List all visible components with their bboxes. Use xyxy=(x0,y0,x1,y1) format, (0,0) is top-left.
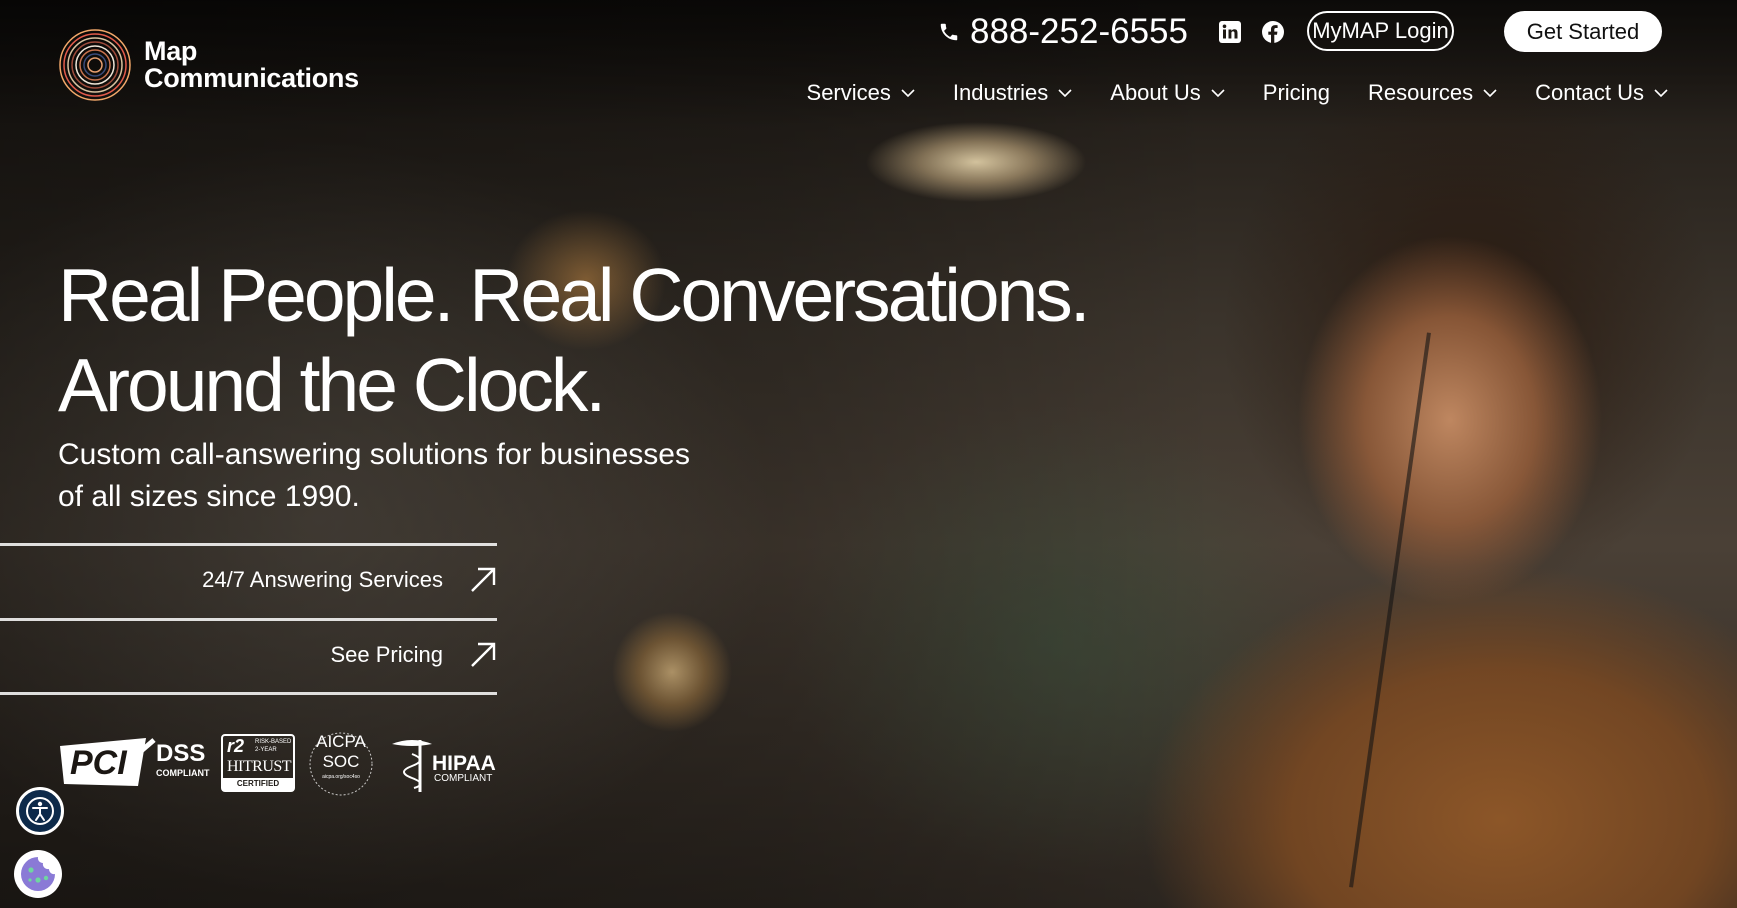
get-started-button[interactable]: Get Started xyxy=(1504,11,1662,52)
main-nav: Services Industries About Us Pricing Res… xyxy=(769,80,1668,106)
dss-text: DSS xyxy=(156,740,206,767)
hitrust-name: HITRUST xyxy=(227,758,292,775)
arrow-up-right-icon xyxy=(471,642,496,667)
nav-item-pricing[interactable]: Pricing xyxy=(1263,80,1330,106)
cta-label: 24/7 Answering Services xyxy=(202,566,443,592)
arrow-up-right-icon xyxy=(471,567,496,592)
hitrust-risk: RISK-BASED xyxy=(255,739,292,745)
phone-link[interactable]: 888-252-6555 xyxy=(938,12,1188,52)
aicpa-soc-badge: AICPA SOC aicpa.org/soc4so xyxy=(306,730,376,798)
chevron-down-icon xyxy=(1058,88,1072,97)
hipaa-compliant-text: COMPLIANT xyxy=(434,773,493,784)
aicpa-text: AICPA xyxy=(316,732,366,751)
nav-item-about-us[interactable]: About Us xyxy=(1110,80,1225,106)
subheading-line1: Custom call-answering solutions for busi… xyxy=(58,438,690,471)
cta-label: See Pricing xyxy=(330,641,443,667)
hitrust-badge: r2 RISK-BASED 2-YEAR HITRUST CERTIFIED xyxy=(221,734,295,792)
chevron-down-icon xyxy=(1211,88,1225,97)
pci-text: PCI xyxy=(70,744,127,782)
concentric-rings-logo-icon xyxy=(59,29,131,101)
chevron-down-icon xyxy=(901,88,915,97)
nav-label: Resources xyxy=(1368,80,1474,105)
cta-answering-services[interactable]: 24/7 Answering Services xyxy=(0,543,497,613)
chevron-down-icon xyxy=(1483,88,1497,97)
cookie-icon xyxy=(21,857,55,891)
cookie-settings-button[interactable] xyxy=(14,850,62,898)
headline-line2: Around the Clock. xyxy=(58,343,606,427)
hero-subheading: Custom call-answering solutions for busi… xyxy=(58,434,758,518)
pci-compliant-text: COMPLIANT xyxy=(156,768,210,778)
nav-label: Industries xyxy=(952,80,1049,105)
nav-item-contact-us[interactable]: Contact Us xyxy=(1535,80,1668,106)
chevron-down-icon xyxy=(1654,88,1668,97)
pci-dss-badge: PCI DSS COMPLIANT xyxy=(58,734,210,792)
nav-item-industries[interactable]: Industries xyxy=(953,80,1072,106)
nav-label: Services xyxy=(806,80,891,105)
brand-name-line2: Communications xyxy=(144,63,359,93)
facebook-icon[interactable] xyxy=(1261,20,1285,44)
subheading-line2: of all sizes since 1990. xyxy=(58,480,360,513)
cta-divider xyxy=(0,692,497,695)
nav-item-resources[interactable]: Resources xyxy=(1368,80,1497,106)
accessibility-button[interactable] xyxy=(16,787,64,835)
site-logo[interactable]: Map Communications xyxy=(58,28,359,102)
nav-item-services[interactable]: Services xyxy=(807,80,915,106)
phone-number: 888-252-6555 xyxy=(970,12,1188,51)
phone-icon xyxy=(940,23,958,41)
hipaa-badge: HIPAA COMPLIANT xyxy=(388,734,496,794)
mymap-login-button[interactable]: MyMAP Login xyxy=(1307,11,1454,51)
headline-line1: Real People. Real Conversations. xyxy=(58,253,1091,337)
hitrust-certified: CERTIFIED xyxy=(223,778,293,790)
brand-name: Map Communications xyxy=(144,38,359,92)
brand-name-line1: Map xyxy=(144,36,198,66)
cta-see-pricing[interactable]: See Pricing xyxy=(0,618,497,688)
nav-label: Pricing xyxy=(1262,80,1331,105)
nav-label: About Us xyxy=(1110,80,1201,105)
accessibility-icon xyxy=(26,797,54,825)
linkedin-icon[interactable] xyxy=(1218,20,1242,44)
hitrust-year: 2-YEAR xyxy=(255,747,277,753)
hero-headline: Real People. Real Conversations. Around … xyxy=(58,250,1158,430)
caduceus-icon xyxy=(392,740,432,792)
nav-label: Contact Us xyxy=(1535,80,1644,105)
hitrust-r2: r2 xyxy=(227,736,245,756)
aicpa-url-text: aicpa.org/soc4so xyxy=(322,774,360,780)
soc-text: SOC xyxy=(322,752,360,771)
